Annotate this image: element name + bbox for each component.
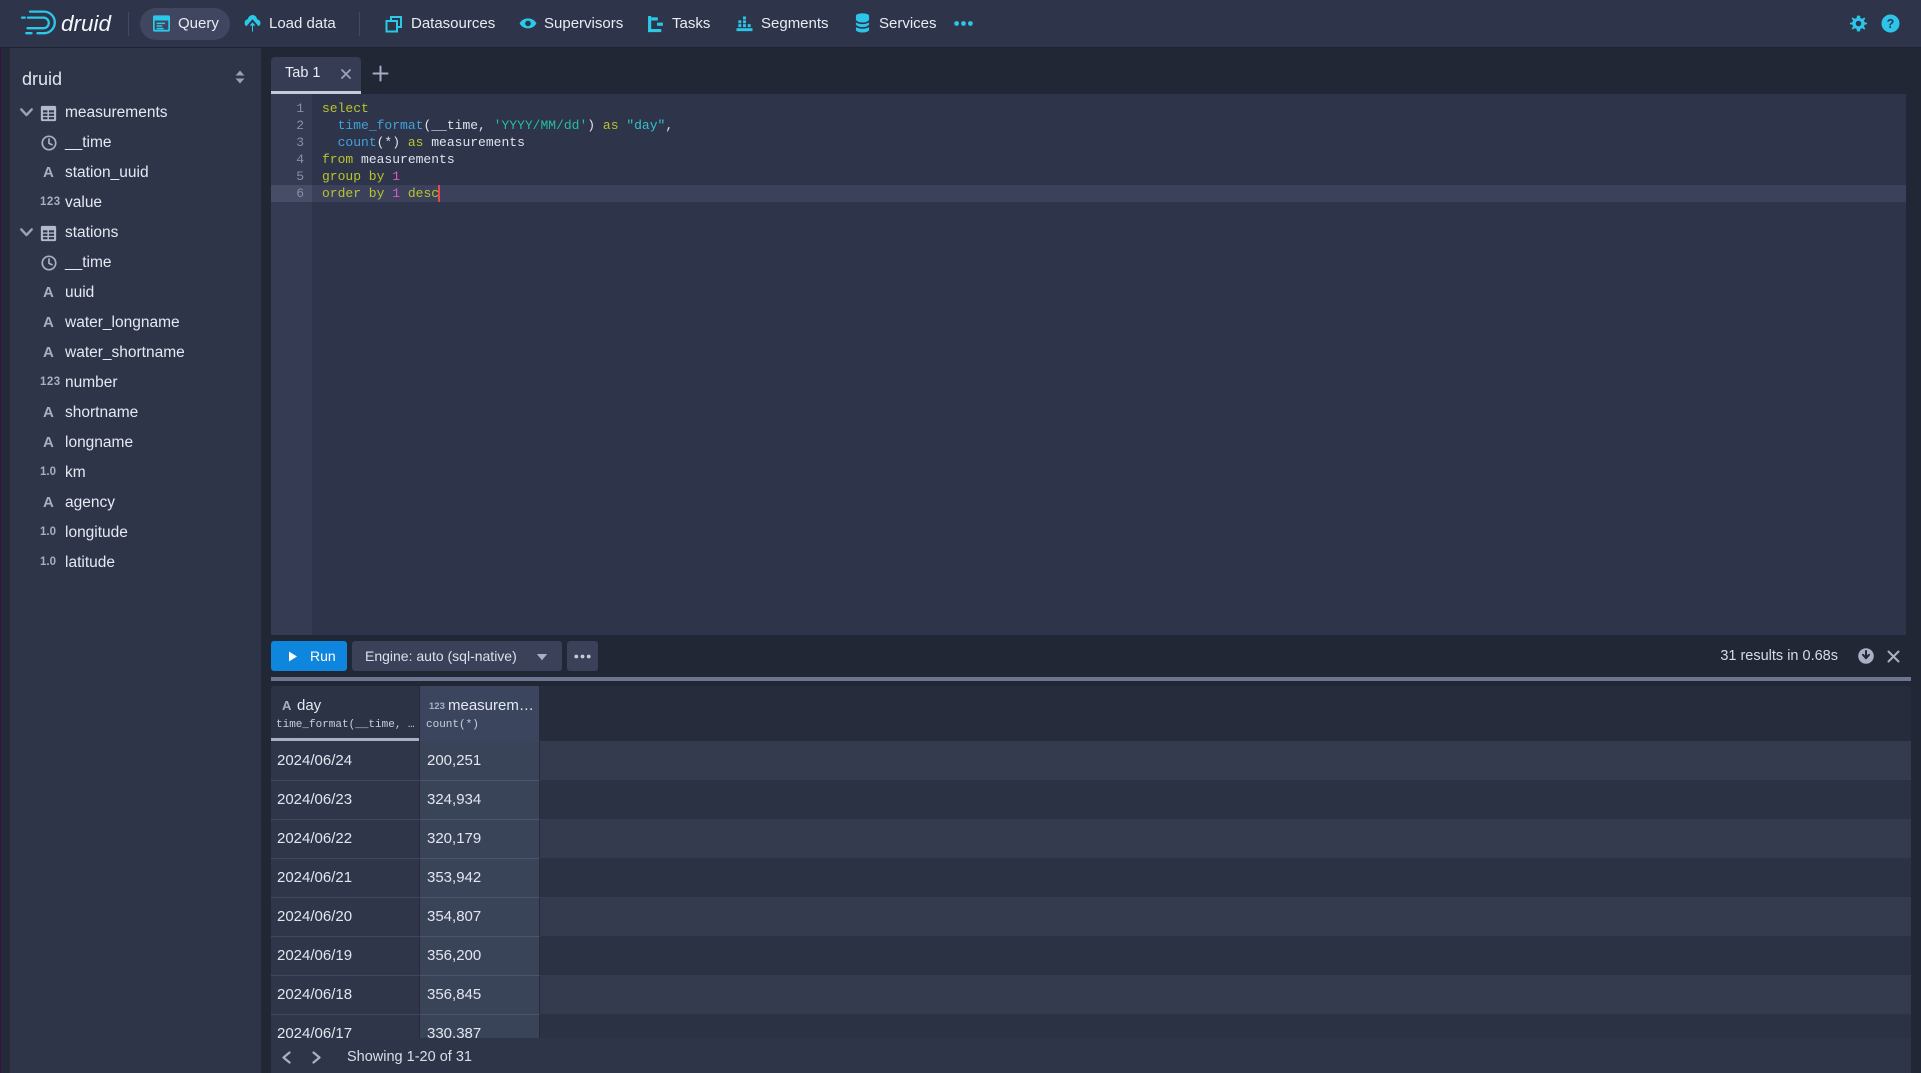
svg-text:?: ? [1887, 17, 1895, 31]
